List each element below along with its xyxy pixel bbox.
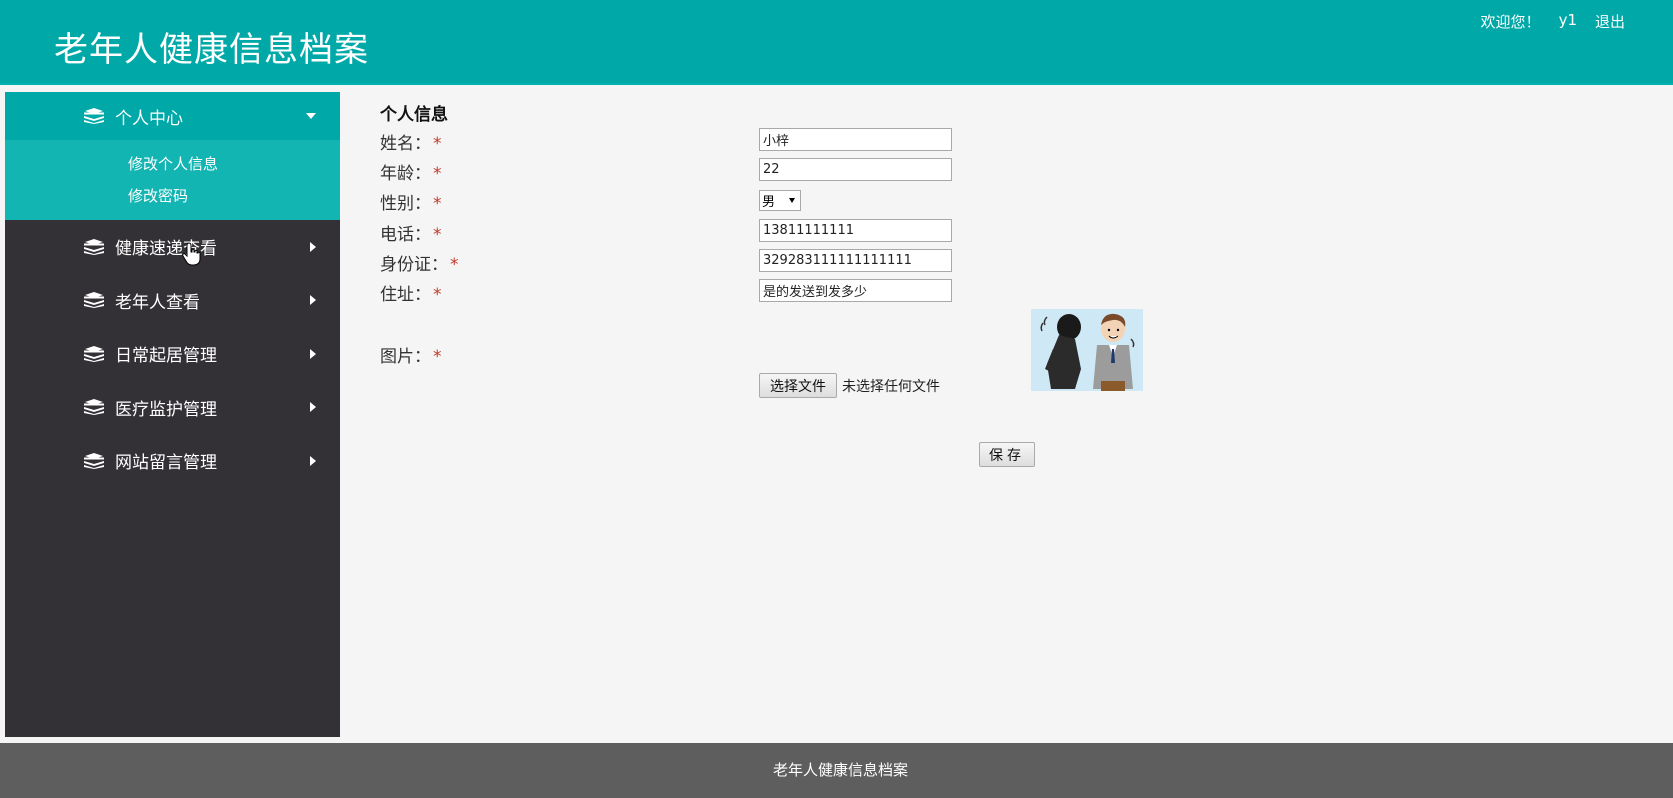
app-header: 老年人健康信息档案 欢迎您！ y1 退出 [0,0,1673,85]
stack-icon [84,399,104,416]
submenu-personal-center: 修改个人信息 修改密码 [5,140,340,220]
user-bar: 欢迎您！ y1 退出 [1481,11,1625,32]
chevron-right-icon [310,402,316,413]
chevron-right-icon [310,348,316,359]
stack-icon [84,292,104,309]
submenu-item-change-password[interactable]: 修改密码 [5,180,340,212]
stack-icon [84,108,104,124]
age-input[interactable] [759,158,952,181]
required-mark: * [450,255,459,275]
chevron-right-icon [310,295,316,306]
menu-group-medical-care: 医疗监护管理 [5,381,340,435]
required-mark: * [433,134,442,154]
menu-label: 医疗监护管理 [115,399,217,420]
gender-selected-value: 男 [762,195,776,210]
choose-file-button[interactable]: 选择文件 [759,373,837,398]
save-button[interactable]: 保存 [979,442,1035,467]
stack-icon [84,238,104,255]
required-mark: * [433,164,442,184]
menu-item-health-news[interactable]: 健康速递查看 [5,220,340,274]
hand-cursor-icon [182,242,201,266]
gender-label: 性别： * [380,194,442,214]
id-card-label: 身份证： * [380,255,459,275]
stack-icon [84,345,104,362]
name-label: 姓名： * [380,134,442,154]
logout-link[interactable]: 退出 [1595,11,1625,32]
menu-group-messages: 网站留言管理 [5,434,340,488]
picture-label: 图片： * [380,347,442,367]
stack-icon [84,452,104,469]
phone-label: 电话： * [380,225,442,245]
id-card-input[interactable] [759,249,952,272]
footer-text: 老年人健康信息档案 [772,761,908,779]
site-title: 老年人健康信息档案 [54,30,369,70]
required-mark: * [433,285,442,305]
menu-group-daily-life: 日常起居管理 [5,327,340,381]
required-mark: * [433,194,442,214]
profile-picture [1031,309,1143,391]
menu-group-health-news: 健康速递查看 [5,220,340,274]
file-status-text: 未选择任何文件 [842,379,940,395]
menu-label: 日常起居管理 [115,346,217,367]
sidebar-menu: 个人中心 修改个人信息 修改密码 健康速递查看 老年人查看 日常起居管理 医疗监… [5,92,340,737]
menu-item-daily-life[interactable]: 日常起居管理 [5,327,340,381]
dropdown-caret-icon [789,198,795,203]
required-mark: * [433,347,442,367]
menu-label: 老年人查看 [115,292,200,313]
phone-input[interactable] [759,219,952,242]
menu-item-personal-center[interactable]: 个人中心 [5,92,340,140]
chevron-right-icon [310,455,316,466]
menu-item-elderly-view[interactable]: 老年人查看 [5,274,340,328]
username-link[interactable]: y1 [1559,11,1577,32]
submenu-item-edit-profile[interactable]: 修改个人信息 [5,148,340,180]
chevron-right-icon [310,241,316,252]
name-input[interactable] [759,128,952,151]
footer: 老年人健康信息档案 [0,743,1673,798]
welcome-text: 欢迎您！ [1480,13,1541,31]
required-mark: * [433,225,442,245]
chevron-down-icon [306,113,316,119]
address-label: 住址： * [380,285,442,305]
age-label: 年龄： * [380,164,442,184]
menu-group-personal-center: 个人中心 修改个人信息 修改密码 [5,92,340,220]
address-input[interactable] [759,279,952,302]
gender-select[interactable]: 男 [759,190,801,211]
menu-label: 个人中心 [115,108,183,129]
menu-item-medical-care[interactable]: 医疗监护管理 [5,381,340,435]
menu-label: 网站留言管理 [115,453,217,474]
section-title: 个人信息 [380,105,448,125]
menu-group-elderly-view: 老年人查看 [5,274,340,328]
menu-item-messages[interactable]: 网站留言管理 [5,434,340,488]
